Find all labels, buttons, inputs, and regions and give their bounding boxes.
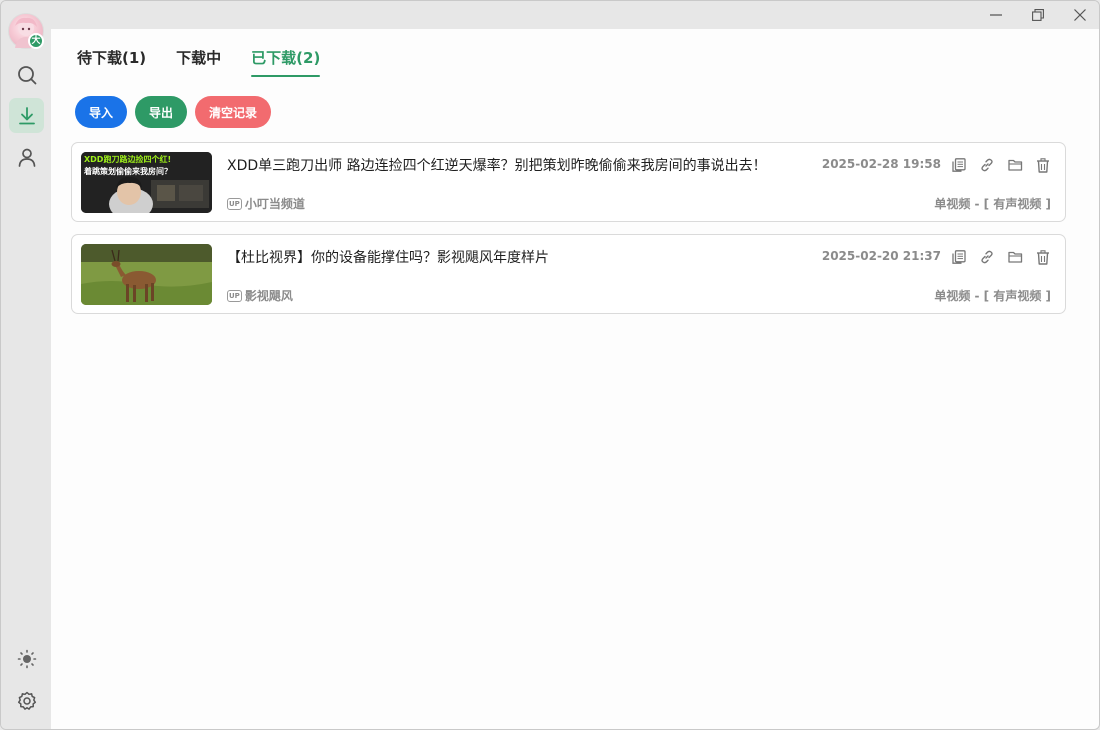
thumbnail-text-1: XDD跑刀路边捡四个红! [84, 154, 171, 164]
uploader[interactable]: UP 小叮当频道 [227, 195, 305, 212]
sidebar-item-settings[interactable] [9, 683, 44, 718]
close-icon [1074, 9, 1086, 21]
item-actions [949, 247, 1053, 267]
trash-icon [1037, 157, 1049, 173]
avatar-badge: 大 [28, 33, 44, 49]
tab-downloading[interactable]: 下载中 [176, 47, 221, 77]
sun-icon [17, 649, 36, 668]
video-thumbnail[interactable]: XDD跑刀路边捡四个红! 着跳策划偷偷来我房间？ [81, 152, 212, 213]
uploader[interactable]: UP 影视飓风 [227, 287, 293, 304]
sidebar-item-theme[interactable] [9, 641, 44, 676]
user-icon [18, 148, 35, 167]
copy-button[interactable] [949, 247, 969, 267]
main-content: 待下载(1) 下载中 已下载(2) 导入 导出 清空记录 XDD跑刀路边捡四个红… [51, 29, 1099, 729]
uploader-name: 影视飓风 [244, 289, 293, 303]
delete-button[interactable] [1033, 247, 1053, 267]
search-icon [17, 65, 36, 84]
import-button[interactable]: 导入 [75, 96, 128, 128]
uploader-name: 小叮当频道 [244, 197, 305, 211]
download-item[interactable]: XDD跑刀路边捡四个红! 着跳策划偷偷来我房间？ XDD单三跑刀出师 路边连捡四… [71, 142, 1066, 222]
minimize-icon [990, 14, 1002, 16]
export-button[interactable]: 导出 [135, 96, 188, 128]
up-badge: UP [227, 289, 242, 302]
thumbnail-text-2: 着跳策划偷偷来我房间？ [83, 166, 172, 176]
tab-pending[interactable]: 待下载(1) [77, 47, 146, 77]
video-type: 单视频 - [ 有声视频 ] [934, 289, 1051, 303]
minimize-button[interactable] [975, 1, 1017, 29]
link-icon [981, 250, 993, 264]
download-date: 2025-02-20 21:37 [821, 249, 941, 263]
link-button[interactable] [977, 247, 997, 267]
sidebar: 大 [1, 1, 51, 729]
download-date: 2025-02-28 19:58 [821, 157, 941, 171]
app-window: 大 待下载(1) 下载中 已下载(2) 导入 导出 清空记录 XDD跑刀路边捡四… [0, 0, 1100, 730]
folder-icon [1007, 159, 1022, 171]
open-folder-button[interactable] [1005, 155, 1025, 175]
download-tabs: 待下载(1) 下载中 已下载(2) [77, 47, 321, 77]
up-badge: UP [227, 197, 242, 210]
sidebar-item-search[interactable] [9, 57, 44, 92]
open-folder-button[interactable] [1005, 247, 1025, 267]
download-item[interactable]: 【杜比视界】你的设备能撑住吗？影视飓风年度样片 2025-02-20 21:37 [71, 234, 1066, 314]
link-icon [981, 158, 993, 172]
delete-button[interactable] [1033, 155, 1053, 175]
thumbnail-image [81, 244, 212, 305]
folder-icon [1007, 251, 1022, 263]
restore-button[interactable] [1017, 1, 1059, 29]
restore-icon [1032, 9, 1044, 21]
download-icon [18, 106, 35, 124]
thumbnail-image: XDD跑刀路边捡四个红! 着跳策划偷偷来我房间？ [81, 152, 212, 213]
download-list: XDD跑刀路边捡四个红! 着跳策划偷偷来我房间？ XDD单三跑刀出师 路边连捡四… [71, 142, 1066, 326]
item-actions [949, 155, 1053, 175]
sidebar-item-download[interactable] [9, 98, 44, 133]
gear-icon [17, 691, 36, 710]
trash-icon [1037, 249, 1049, 265]
link-button[interactable] [977, 155, 997, 175]
video-title: 【杜比视界】你的设备能撑住吗？影视飓风年度样片 [227, 250, 549, 266]
tab-downloaded[interactable]: 已下载(2) [251, 47, 321, 77]
sidebar-item-user[interactable] [9, 139, 44, 174]
copy-button[interactable] [949, 155, 969, 175]
video-title: XDD单三跑刀出师 路边连捡四个红逆天爆率？别把策划昨晚偷偷来我房间的事说出去！ [227, 158, 767, 174]
action-bar: 导入 导出 清空记录 [75, 96, 272, 128]
title-bar [51, 1, 1099, 29]
copy-icon [952, 250, 966, 264]
close-button[interactable] [1059, 1, 1099, 29]
video-type: 单视频 - [ 有声视频 ] [934, 197, 1051, 211]
clear-records-button[interactable]: 清空记录 [195, 96, 272, 128]
video-thumbnail[interactable] [81, 244, 212, 305]
copy-icon [952, 158, 966, 172]
